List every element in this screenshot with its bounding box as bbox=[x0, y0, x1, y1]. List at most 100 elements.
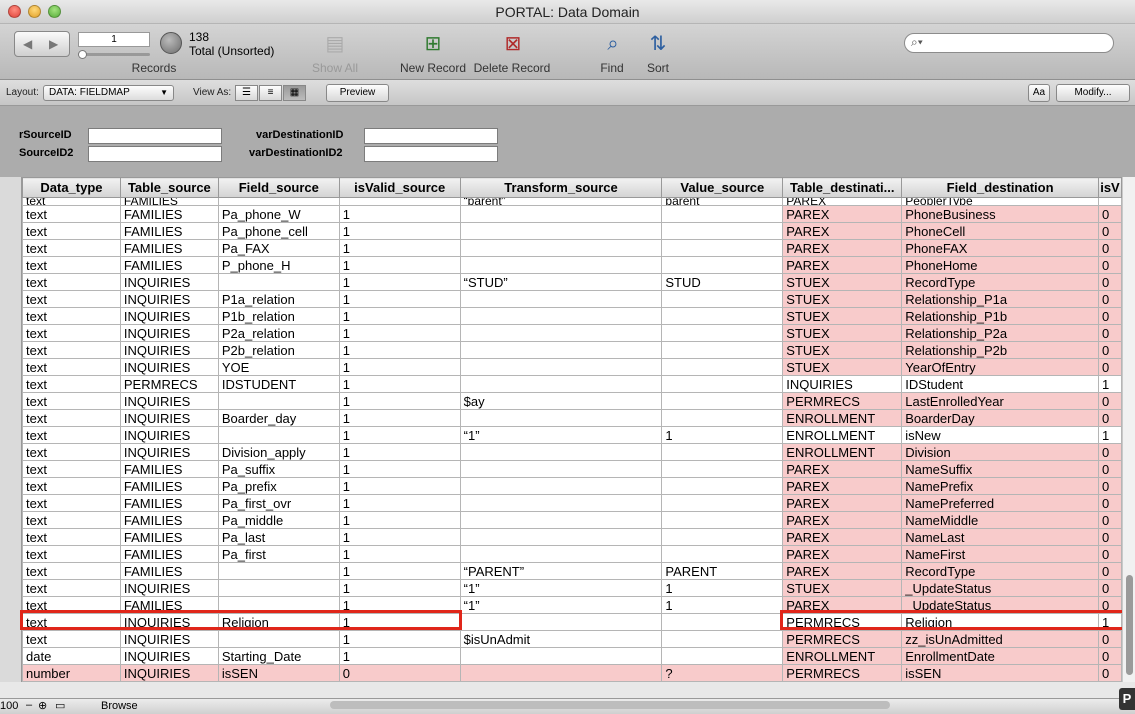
table-cell[interactable]: 0 bbox=[1097, 647, 1122, 665]
table-cell[interactable]: Pa_FAX bbox=[217, 239, 340, 257]
zoom-out-icon[interactable]: – bbox=[26, 699, 32, 711]
table-cell[interactable]: text bbox=[22, 197, 121, 206]
table-cell[interactable]: INQUIRIES bbox=[119, 341, 219, 359]
table-cell[interactable] bbox=[661, 358, 784, 376]
table-cell[interactable]: ENROLLMENT bbox=[782, 426, 903, 444]
table-cell[interactable] bbox=[217, 197, 340, 206]
mode-label[interactable]: Browse bbox=[101, 700, 138, 712]
table-cell[interactable]: 1 bbox=[338, 273, 461, 291]
table-cell[interactable]: Relationship_P1b bbox=[901, 307, 1099, 325]
table-cell[interactable]: STUD bbox=[661, 273, 784, 291]
table-cell[interactable]: text bbox=[22, 409, 121, 427]
table-cell[interactable]: text bbox=[22, 290, 121, 308]
slider-thumb[interactable] bbox=[78, 50, 87, 59]
view-as-table-button[interactable]: ▦ bbox=[283, 85, 306, 101]
table-cell[interactable]: STUEX bbox=[782, 273, 903, 291]
table-cell[interactable]: STUEX bbox=[782, 341, 903, 359]
table-cell[interactable]: zz_isUnAdmitted bbox=[901, 630, 1099, 648]
table-cell[interactable]: FAMILIES bbox=[119, 477, 219, 495]
table-cell[interactable]: FAMILIES bbox=[119, 494, 219, 512]
table-cell[interactable]: “1” bbox=[459, 426, 663, 444]
table-row[interactable]: text INQUIRIES P2b_relation 1 STUEX Relations… bbox=[22, 341, 1122, 359]
table-cell[interactable]: 1 bbox=[338, 460, 461, 478]
table-cell[interactable]: text bbox=[22, 273, 121, 291]
table-cell[interactable]: PAREX bbox=[782, 477, 903, 495]
table-cell[interactable] bbox=[459, 290, 663, 308]
table-cell[interactable]: RecordType bbox=[901, 273, 1099, 291]
table-cell[interactable]: Relationship_P1a bbox=[901, 290, 1099, 308]
table-cell[interactable]: PAREX bbox=[782, 528, 903, 546]
table-row[interactable]: text INQUIRIES YOE 1 STUEX YearOfEntry 0 bbox=[22, 358, 1122, 376]
table-cell[interactable]: 0 bbox=[338, 664, 461, 682]
table-cell[interactable]: 0 bbox=[1097, 477, 1122, 495]
table-cell[interactable]: INQUIRIES bbox=[119, 630, 219, 648]
table-row[interactable]: date INQUIRIES Starting_Date 1 ENROLLMENT Enr… bbox=[22, 647, 1122, 665]
table-cell[interactable]: 1 bbox=[338, 528, 461, 546]
table-cell[interactable]: text bbox=[22, 392, 121, 410]
table-cell[interactable]: 1 bbox=[661, 579, 784, 597]
table-cell[interactable]: Pa_suffix bbox=[217, 460, 340, 478]
record-slider[interactable] bbox=[78, 50, 150, 59]
layout-select[interactable]: DATA: FIELDMAP ▼ bbox=[43, 85, 174, 101]
table-cell[interactable] bbox=[459, 647, 663, 665]
table-cell[interactable]: PhoneBusiness bbox=[901, 205, 1099, 223]
table-row[interactable]: text FAMILIES Pa_phone_W 1 PAREX PhoneBusines… bbox=[22, 205, 1122, 223]
table-cell[interactable]: INQUIRIES bbox=[782, 375, 903, 393]
new-record-button[interactable]: New Record bbox=[398, 61, 468, 75]
table-cell[interactable]: “1” bbox=[459, 579, 663, 597]
column-header[interactable]: Table_destinati... bbox=[782, 177, 903, 198]
table-cell[interactable] bbox=[661, 443, 784, 461]
table-row[interactable]: number INQUIRIES isSEN 0? PERMRECS isSEN 0 bbox=[22, 664, 1122, 682]
table-cell[interactable] bbox=[661, 477, 784, 495]
table-cell[interactable] bbox=[459, 664, 663, 682]
table-cell[interactable]: “STUD” bbox=[459, 273, 663, 291]
table-cell[interactable]: FAMILIES bbox=[119, 205, 219, 223]
table-cell[interactable]: 0 bbox=[1097, 409, 1122, 427]
table-cell[interactable]: FAMILIES bbox=[119, 460, 219, 478]
table-cell[interactable]: 1 bbox=[338, 341, 461, 359]
table-cell[interactable] bbox=[338, 197, 461, 206]
table-cell[interactable]: text bbox=[22, 443, 121, 461]
table-cell[interactable]: NameFirst bbox=[901, 545, 1099, 563]
table-cell[interactable]: 1 bbox=[338, 256, 461, 274]
table-cell[interactable]: IDStudent bbox=[901, 375, 1099, 393]
table-cell[interactable]: 1 bbox=[338, 290, 461, 308]
table-cell[interactable]: text bbox=[22, 341, 121, 359]
table-row[interactable]: text FAMILIES Pa_last 1 PAREX NameLast 0 bbox=[22, 528, 1122, 546]
table-cell[interactable]: PAREX bbox=[782, 256, 903, 274]
table-cell[interactable]: Pa_phone_cell bbox=[217, 222, 340, 240]
table-cell[interactable]: FAMILIES bbox=[119, 239, 219, 257]
table-cell[interactable]: 0 bbox=[1097, 341, 1122, 359]
preview-button[interactable]: Preview bbox=[326, 84, 389, 102]
table-cell[interactable]: FAMILIES bbox=[119, 545, 219, 563]
vertical-scroll-thumb[interactable] bbox=[1126, 575, 1133, 675]
table-cell[interactable] bbox=[661, 630, 784, 648]
table-cell[interactable]: PhoneFAX bbox=[901, 239, 1099, 257]
table-cell[interactable]: 0 bbox=[1097, 443, 1122, 461]
table-cell[interactable] bbox=[217, 392, 340, 410]
table-row[interactable]: text INQUIRIES P2a_relation 1 STUEX Relations… bbox=[22, 324, 1122, 342]
table-cell[interactable]: PERMRECS bbox=[782, 664, 903, 682]
table-cell[interactable]: 1 bbox=[338, 511, 461, 529]
table-row[interactable]: text INQUIRIES 1 $ay PERMRECS LastEnrolledYea… bbox=[22, 392, 1122, 410]
table-row[interactable]: text INQUIRIES P1b_relation 1 STUEX Relations… bbox=[22, 307, 1122, 325]
table-cell[interactable]: PAREX bbox=[782, 205, 903, 223]
table-cell[interactable]: “PARENT” bbox=[459, 562, 663, 580]
table-cell[interactable] bbox=[459, 460, 663, 478]
table-cell[interactable]: FAMILIES bbox=[119, 562, 219, 580]
table-cell[interactable] bbox=[217, 273, 340, 291]
add-row-icon[interactable]: + bbox=[4, 681, 11, 682]
table-cell[interactable]: 1 bbox=[338, 222, 461, 240]
previous-record-icon[interactable]: ◀ bbox=[23, 37, 32, 51]
table-cell[interactable]: FAMILIES bbox=[119, 528, 219, 546]
table-cell[interactable] bbox=[661, 494, 784, 512]
table-cell[interactable]: NamePrefix bbox=[901, 477, 1099, 495]
table-cell[interactable]: Relationship_P2b bbox=[901, 341, 1099, 359]
table-cell[interactable]: text bbox=[22, 426, 121, 444]
table-row[interactable]: text FAMILIES Pa_first_ovr 1 PAREX NamePrefer… bbox=[22, 494, 1122, 512]
table-cell[interactable] bbox=[661, 290, 784, 308]
table-cell[interactable]: Pa_prefix bbox=[217, 477, 340, 495]
table-cell[interactable]: 0 bbox=[1097, 528, 1122, 546]
table-cell[interactable]: text bbox=[22, 222, 121, 240]
column-header[interactable]: Field_source bbox=[217, 177, 340, 198]
